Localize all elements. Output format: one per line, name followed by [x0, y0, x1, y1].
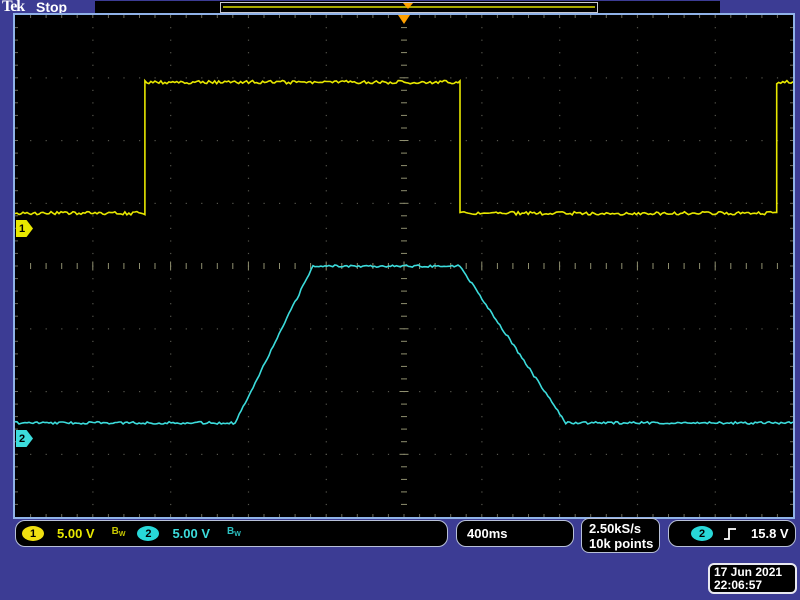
datetime-readout: 17 Jun 2021 22:06:57 [708, 563, 797, 594]
record-length: 10k points [589, 536, 654, 551]
trigger-source-badge: 2 [691, 526, 713, 541]
trigger-level: 15.8 V [751, 526, 789, 541]
ch1-scale: 5.00 V [57, 526, 95, 541]
waveform-display [15, 15, 793, 517]
ch2-badge: 2 [137, 526, 160, 541]
trigger-position-icon [403, 3, 413, 9]
trigger-time-icon [398, 15, 410, 24]
graticule: 1 2 [13, 13, 795, 519]
rising-edge-icon [724, 527, 736, 540]
timebase-readout: 400ms [456, 520, 574, 547]
ch1-badge: 1 [22, 526, 44, 541]
channel-readouts: 1 5.00 V BW 2 5.00 V BW [15, 520, 448, 547]
record-view-strip [95, 1, 720, 13]
ch1-bandwidth-limit-icon: BW [111, 526, 126, 539]
trigger-readout: 2 15.8 V [668, 520, 796, 547]
ch2-scale: 5.00 V [172, 526, 211, 541]
ch2-trace [15, 264, 793, 426]
sample-rate: 2.50kS/s [589, 521, 642, 536]
record-view-bar [220, 2, 598, 13]
oscilloscope-screen: Tek Stop 1 2 1 5.00 V BW 2 5.00 V BW 400… [0, 0, 800, 600]
acquisition-readout: 2.50kS/s 10k points [581, 518, 660, 553]
time-label: 22:06:57 [714, 578, 763, 592]
ch1-trace [15, 78, 793, 217]
ch2-bandwidth-limit-icon: BW [227, 526, 241, 539]
